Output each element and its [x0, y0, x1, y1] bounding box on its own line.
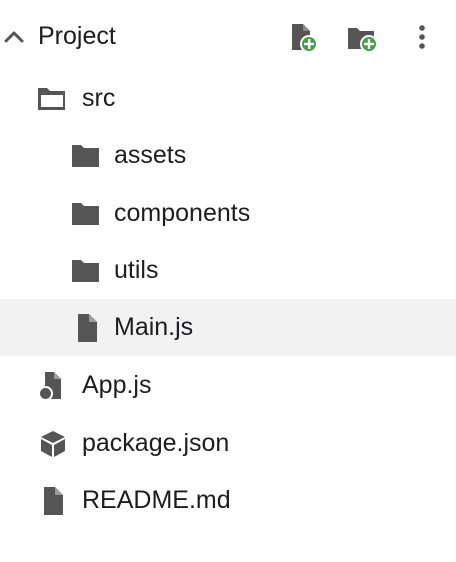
file-shapes-icon: [38, 371, 68, 401]
folder-icon: [71, 199, 101, 229]
folder-icon: [71, 256, 101, 286]
tree-item-utils[interactable]: utils: [0, 242, 456, 299]
new-file-button[interactable]: [288, 21, 324, 57]
project-title[interactable]: Project: [38, 19, 116, 53]
file-icon: [41, 486, 71, 516]
more-options-button[interactable]: [404, 21, 440, 57]
folder-open-icon: [37, 84, 67, 114]
project-explorer: Project src assets components utils Main…: [0, 0, 456, 562]
tree-item-label: Main.js: [114, 313, 194, 341]
file-icon: [75, 313, 105, 343]
folder-icon: [71, 141, 101, 171]
tree-item-label: package.json: [82, 429, 230, 457]
tree-item-label: assets: [114, 141, 187, 169]
tree-item-label: components: [114, 199, 251, 227]
more-vertical-icon: [404, 21, 440, 57]
new-folder-icon: [346, 21, 382, 57]
new-folder-button[interactable]: [346, 21, 382, 57]
tree-item-assets[interactable]: assets: [0, 127, 456, 184]
tree-item-app-js[interactable]: App.js: [0, 357, 456, 414]
tree-item-src[interactable]: src: [0, 70, 456, 127]
tree-item-main-js[interactable]: Main.js: [0, 299, 456, 356]
tree-item-components[interactable]: components: [0, 185, 456, 242]
project-header: Project: [0, 8, 456, 66]
tree-item-label: src: [82, 84, 116, 112]
tree-item-label: utils: [114, 256, 159, 284]
tree-item-label: App.js: [82, 371, 152, 399]
package-icon: [38, 429, 68, 459]
tree-item-package-json[interactable]: package.json: [0, 415, 456, 472]
chevron-up-icon[interactable]: [3, 26, 25, 48]
new-file-icon: [288, 21, 324, 57]
tree-item-label: README.md: [82, 486, 231, 514]
tree-item-readme[interactable]: README.md: [0, 472, 456, 529]
